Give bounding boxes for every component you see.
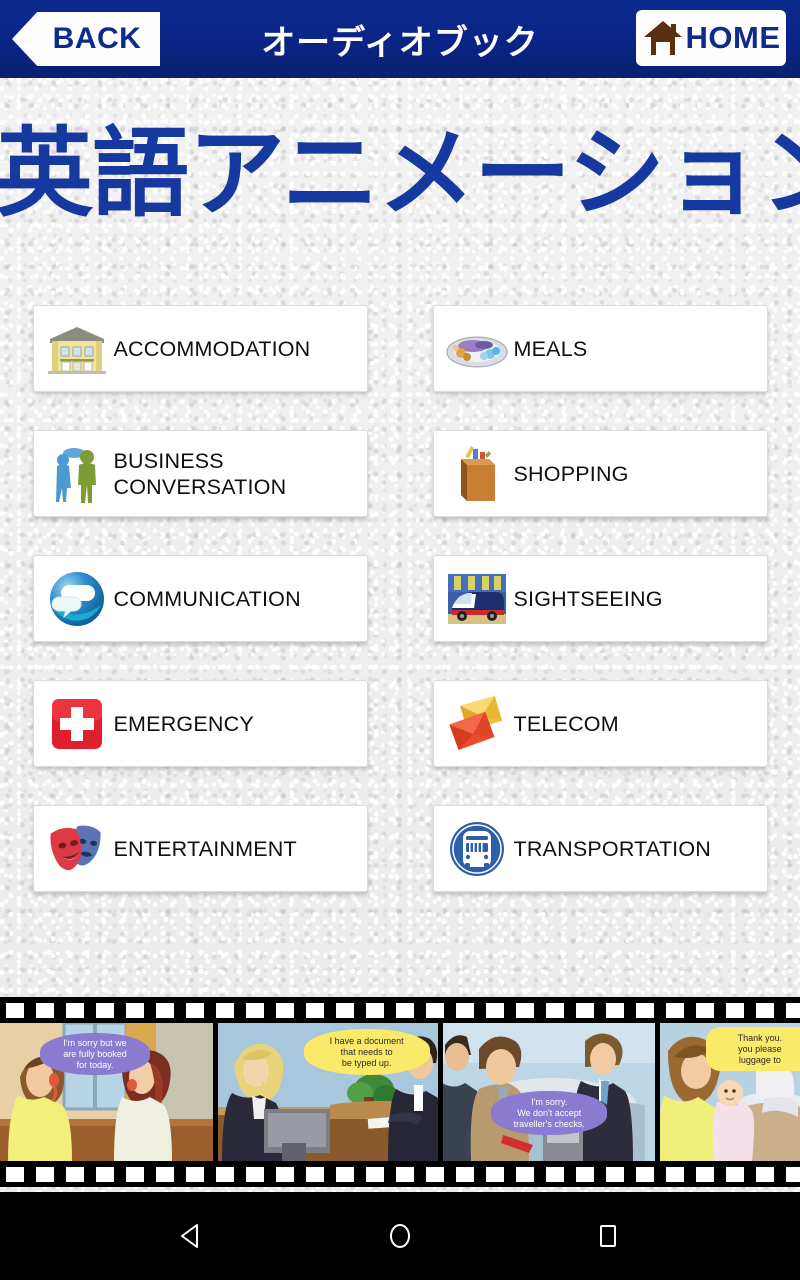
menu-row: ENTERTAINMENT TRANSPORTATION bbox=[0, 805, 800, 930]
menu-item-label: COMMUNICATION bbox=[113, 586, 301, 611]
menu-item-label: ENTERTAINMENT bbox=[113, 836, 297, 861]
filmstrip-banner[interactable]: I'm sorry but we are fully booked for to… bbox=[0, 997, 800, 1187]
filmstrip-frame-hotel-phone-call: I'm sorry but we are fully booked for to… bbox=[0, 1023, 213, 1161]
menu-item-label: TELECOM bbox=[513, 711, 619, 736]
back-button-label: BACK bbox=[52, 22, 142, 55]
filmstrip-frame-office-document: I have a document that needs to be typed… bbox=[217, 1023, 439, 1161]
category-menu: ACCOMMODATION MEALS BUSINESS CONVERSATIO… bbox=[0, 305, 800, 930]
nav-home-circle-icon[interactable] bbox=[376, 1212, 424, 1260]
menu-item-label: ACCOMMODATION bbox=[113, 336, 311, 361]
top-navigation-bar: BACK オーディオブック HOME bbox=[0, 0, 800, 78]
menu-row: ACCOMMODATION MEALS bbox=[0, 305, 800, 430]
menu-row: EMERGENCY TELECOM bbox=[0, 680, 800, 805]
nav-back-triangle-icon[interactable] bbox=[168, 1212, 216, 1260]
android-navigation-bar bbox=[0, 1192, 800, 1280]
menu-item-label: TRANSPORTATION bbox=[513, 836, 712, 861]
filmstrip-frame-hotel-payment: I'm sorry. We don't accept traveller's c… bbox=[443, 1023, 655, 1161]
menu-row: BUSINESS CONVERSATION SHOPPING bbox=[0, 430, 800, 555]
filmstrip-frame-luggage-request: Thank you. you please luggage to bbox=[659, 1023, 800, 1161]
menu-item-emergency[interactable]: EMERGENCY bbox=[32, 680, 368, 767]
hotel-building-icon bbox=[40, 314, 114, 384]
page-title-header: オーディオブック bbox=[261, 23, 539, 62]
menu-item-entertainment[interactable]: ENTERTAINMENT bbox=[32, 805, 368, 892]
menu-item-label: SIGHTSEEING bbox=[513, 586, 663, 611]
filmstrip-perforations-bottom bbox=[0, 1165, 800, 1183]
menu-item-label: BUSINESS CONVERSATION bbox=[113, 448, 287, 499]
menu-item-business-conversation[interactable]: BUSINESS CONVERSATION bbox=[32, 430, 368, 517]
house-icon bbox=[642, 18, 684, 58]
home-button[interactable]: HOME bbox=[636, 10, 786, 66]
menu-item-label: SHOPPING bbox=[513, 461, 629, 486]
menu-item-communication[interactable]: COMMUNICATION bbox=[32, 555, 368, 642]
menu-item-sightseeing[interactable]: SIGHTSEEING bbox=[432, 555, 768, 642]
envelopes-icon bbox=[440, 689, 514, 759]
filmstrip-frames: I'm sorry but we are fully booked for to… bbox=[0, 1023, 800, 1161]
food-plate-icon bbox=[440, 314, 514, 384]
speech-bubble: I'm sorry. We don't accept traveller's c… bbox=[491, 1091, 608, 1135]
menu-item-transportation[interactable]: TRANSPORTATION bbox=[432, 805, 768, 892]
globe-speech-bubbles-icon bbox=[40, 564, 114, 634]
menu-item-label: EMERGENCY bbox=[113, 711, 254, 736]
red-cross-icon bbox=[40, 689, 114, 759]
two-people-talking-icon bbox=[40, 439, 114, 509]
menu-row: COMMUNICATION SIGHTSEEING bbox=[0, 555, 800, 680]
speech-bubble: I'm sorry but we are fully booked for to… bbox=[40, 1033, 150, 1075]
speech-bubble: Thank you. you please luggage to bbox=[705, 1027, 800, 1071]
back-button[interactable]: BACK bbox=[12, 12, 160, 66]
home-button-label: HOME bbox=[685, 20, 781, 55]
menu-item-shopping[interactable]: SHOPPING bbox=[432, 430, 768, 517]
theater-masks-icon bbox=[40, 814, 114, 884]
filmstrip-perforations-top bbox=[0, 1001, 800, 1019]
app-screen: BACK オーディオブック HOME 英語アニメーション ACCOMMODATI… bbox=[0, 0, 800, 1280]
nav-recents-square-icon[interactable] bbox=[584, 1212, 632, 1260]
menu-item-label: MEALS bbox=[513, 336, 588, 361]
speech-bubble: I have a document that needs to be typed… bbox=[303, 1029, 430, 1075]
bus-circle-icon bbox=[440, 814, 514, 884]
menu-item-accommodation[interactable]: ACCOMMODATION bbox=[32, 305, 368, 392]
menu-item-telecom[interactable]: TELECOM bbox=[432, 680, 768, 767]
shopping-bag-icon bbox=[440, 439, 514, 509]
menu-item-meals[interactable]: MEALS bbox=[432, 305, 768, 392]
page-title: 英語アニメーション bbox=[0, 119, 800, 228]
tour-bus-photo-icon bbox=[440, 564, 514, 634]
